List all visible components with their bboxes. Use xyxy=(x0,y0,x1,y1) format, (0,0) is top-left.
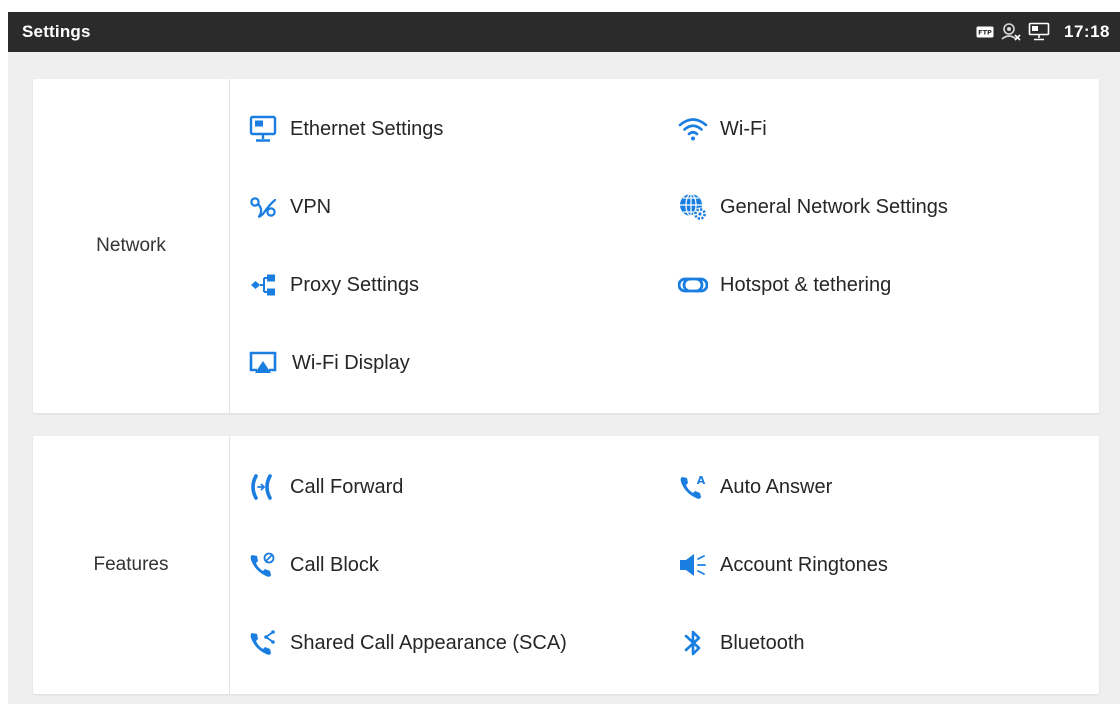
settings-content: Network Ethernet Settings Wi-Fi VPN Gene… xyxy=(8,52,1120,704)
wifi-icon xyxy=(678,114,708,144)
call-forward-icon xyxy=(248,472,278,502)
globe-gear-icon xyxy=(678,192,708,222)
wifi-display-item[interactable]: Wi-Fi Display xyxy=(248,343,410,383)
shared-call-appearance-label: Shared Call Appearance (SCA) xyxy=(290,631,567,654)
ftp-icon: FTP xyxy=(976,26,994,38)
call-block-label: Call Block xyxy=(290,553,379,576)
shared-call-appearance-item[interactable]: Shared Call Appearance (SCA) xyxy=(248,623,567,663)
features-items: Call Forward A Auto Answer Call Block Ac… xyxy=(230,436,1099,694)
hotspot-icon xyxy=(678,270,708,300)
speaker-icon xyxy=(678,550,708,580)
bluetooth-label: Bluetooth xyxy=(720,631,805,654)
shared-call-icon xyxy=(248,628,278,658)
wifi-item[interactable]: Wi-Fi xyxy=(678,109,767,149)
call-block-item[interactable]: Call Block xyxy=(248,545,379,585)
bluetooth-icon xyxy=(678,628,708,658)
proxy-settings-label: Proxy Settings xyxy=(290,273,419,296)
ethernet-icon xyxy=(1028,22,1050,42)
proxy-icon xyxy=(248,270,278,300)
general-network-settings-label: General Network Settings xyxy=(720,195,948,218)
general-network-settings-item[interactable]: General Network Settings xyxy=(678,187,948,227)
app-title: Settings xyxy=(22,22,91,41)
wifi-display-label: Wi-Fi Display xyxy=(292,351,410,374)
features-section-label: Features xyxy=(33,436,230,694)
status-icons: FTP 17:18 xyxy=(976,22,1120,42)
clock: 17:18 xyxy=(1064,22,1110,41)
hotspot-tethering-label: Hotspot & tethering xyxy=(720,273,892,296)
call-block-icon xyxy=(248,550,278,580)
auto-answer-icon: A xyxy=(678,472,708,502)
account-off-icon xyxy=(1000,22,1022,42)
call-forward-label: Call Forward xyxy=(290,475,404,498)
wifi-label: Wi-Fi xyxy=(720,117,767,140)
svg-text:FTP: FTP xyxy=(978,29,992,37)
ethernet-settings-item[interactable]: Ethernet Settings xyxy=(248,109,443,149)
status-bar: Settings FTP 17:18 xyxy=(8,12,1120,52)
call-forward-item[interactable]: Call Forward xyxy=(248,467,403,507)
auto-answer-item[interactable]: A Auto Answer xyxy=(678,467,832,507)
vpn-label: VPN xyxy=(290,195,332,218)
account-ringtones-item[interactable]: Account Ringtones xyxy=(678,545,888,585)
ethernet-settings-label: Ethernet Settings xyxy=(290,117,444,140)
ethernet-icon xyxy=(248,114,278,144)
cast-icon xyxy=(248,348,278,378)
bluetooth-item[interactable]: Bluetooth xyxy=(678,623,805,663)
auto-answer-label: Auto Answer xyxy=(720,475,833,498)
network-card: Network Ethernet Settings Wi-Fi VPN Gene… xyxy=(33,79,1099,413)
vpn-item[interactable]: VPN xyxy=(248,187,331,227)
hotspot-tethering-item[interactable]: Hotspot & tethering xyxy=(678,265,891,305)
network-items: Ethernet Settings Wi-Fi VPN General Netw… xyxy=(230,79,1099,413)
account-ringtones-label: Account Ringtones xyxy=(720,553,888,576)
vpn-icon xyxy=(248,192,278,222)
features-card: Features Call Forward A Auto Answer Call… xyxy=(33,436,1099,694)
network-section-label: Network xyxy=(33,79,230,413)
svg-text:A: A xyxy=(697,474,706,487)
proxy-settings-item[interactable]: Proxy Settings xyxy=(248,265,419,305)
